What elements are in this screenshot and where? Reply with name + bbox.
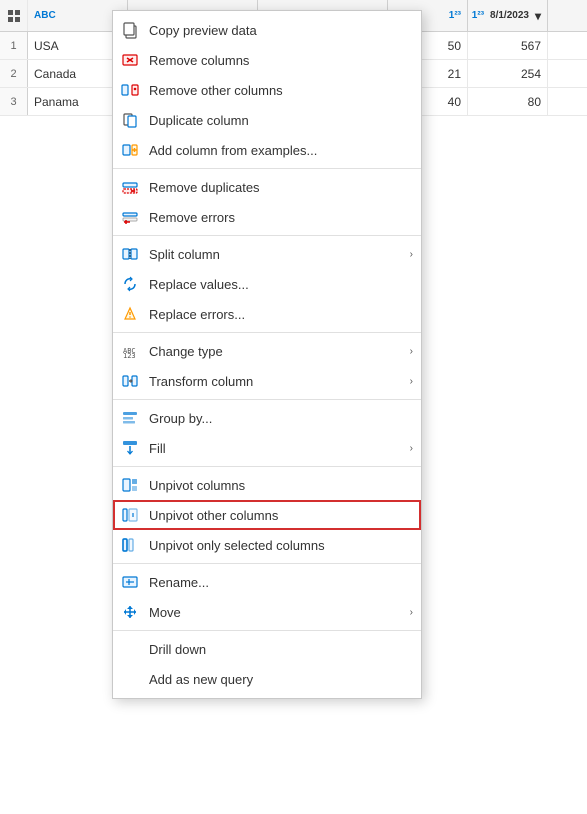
num2-label: 8/1/2023 <box>490 10 529 21</box>
unpivot-columns-label: Unpivot columns <box>149 478 413 493</box>
change-type-icon: ABC123 <box>119 340 141 362</box>
remove-other-columns-label: Remove other columns <box>149 83 413 98</box>
svg-text:123: 123 <box>123 352 136 360</box>
menu-separator-sep6 <box>113 563 421 564</box>
remove-errors-label: Remove errors <box>149 210 413 225</box>
replace-errors-icon <box>119 303 141 325</box>
move-icon <box>119 601 141 623</box>
fill-label: Fill <box>149 441 402 456</box>
menu-item-unpivot-only-selected[interactable]: Unpivot only selected columns <box>113 530 421 560</box>
country-type-icon: ABC <box>34 10 56 21</box>
menu-item-group-by[interactable]: Group by... <box>113 403 421 433</box>
cell-num2-1: 567 <box>468 32 548 59</box>
copy-preview-label: Copy preview data <box>149 23 413 38</box>
copy-preview-icon <box>119 19 141 41</box>
num2-type-icon: 1²³ <box>472 10 484 21</box>
transform-column-label: Transform column <box>149 374 402 389</box>
menu-item-duplicate-column[interactable]: Duplicate column <box>113 105 421 135</box>
unpivot-only-selected-icon <box>119 534 141 556</box>
menu-item-drill-down[interactable]: Drill down <box>113 634 421 664</box>
menu-item-add-column-examples[interactable]: Add column from examples... <box>113 135 421 165</box>
move-arrow: › <box>410 607 413 618</box>
remove-duplicates-label: Remove duplicates <box>149 180 413 195</box>
add-new-query-label: Add as new query <box>149 672 413 687</box>
duplicate-column-label: Duplicate column <box>149 113 413 128</box>
remove-duplicates-icon <box>119 176 141 198</box>
menu-item-unpivot-columns[interactable]: Unpivot columns <box>113 470 421 500</box>
transform-column-arrow: › <box>410 376 413 387</box>
group-by-icon <box>119 407 141 429</box>
unpivot-other-columns-icon <box>119 504 141 526</box>
split-column-label: Split column <box>149 247 402 262</box>
menu-item-fill[interactable]: Fill › <box>113 433 421 463</box>
remove-columns-label: Remove columns <box>149 53 413 68</box>
menu-item-remove-columns[interactable]: Remove columns <box>113 45 421 75</box>
add-column-examples-label: Add column from examples... <box>149 143 413 158</box>
rename-icon <box>119 571 141 593</box>
num1-type-icon: 1²³ <box>449 10 461 21</box>
move-label: Move <box>149 605 402 620</box>
menu-item-remove-errors[interactable]: Remove errors <box>113 202 421 232</box>
remove-errors-icon <box>119 206 141 228</box>
menu-item-remove-duplicates[interactable]: Remove duplicates <box>113 172 421 202</box>
change-type-arrow: › <box>410 346 413 357</box>
cell-num2-2: 254 <box>468 60 548 87</box>
num2-dropdown[interactable]: ▾ <box>535 8 541 24</box>
menu-item-move[interactable]: Move › <box>113 597 421 627</box>
cell-num2-3: 80 <box>468 88 548 115</box>
unpivot-other-columns-label: Unpivot other columns <box>149 508 413 523</box>
menu-item-copy-preview[interactable]: Copy preview data <box>113 15 421 45</box>
rename-label: Rename... <box>149 575 413 590</box>
menu-separator-sep7 <box>113 630 421 631</box>
menu-separator-sep5 <box>113 466 421 467</box>
unpivot-columns-icon <box>119 474 141 496</box>
menu-item-remove-other-columns[interactable]: Remove other columns <box>113 75 421 105</box>
num2-col-header[interactable]: 1²³ 8/1/2023 ▾ <box>468 0 548 31</box>
menu-item-replace-errors[interactable]: Replace errors... <box>113 299 421 329</box>
replace-errors-label: Replace errors... <box>149 307 413 322</box>
menu-item-transform-column[interactable]: Transform column › <box>113 366 421 396</box>
menu-item-change-type[interactable]: ABC123 Change type › <box>113 336 421 366</box>
transform-column-icon <box>119 370 141 392</box>
menu-item-rename[interactable]: Rename... <box>113 567 421 597</box>
menu-separator-sep3 <box>113 332 421 333</box>
remove-other-columns-icon <box>119 79 141 101</box>
split-column-icon <box>119 243 141 265</box>
unpivot-only-selected-label: Unpivot only selected columns <box>149 538 413 553</box>
context-menu: Copy preview data Remove columns Remove ot… <box>112 10 422 699</box>
replace-values-icon <box>119 273 141 295</box>
menu-separator-sep1 <box>113 168 421 169</box>
row-num-3: 3 <box>0 88 28 115</box>
add-column-examples-icon <box>119 139 141 161</box>
fill-icon <box>119 437 141 459</box>
row-num-1: 1 <box>0 32 28 59</box>
row-num-header <box>0 0 28 31</box>
menu-item-replace-values[interactable]: Replace values... <box>113 269 421 299</box>
split-column-arrow: › <box>410 249 413 260</box>
row-num-2: 2 <box>0 60 28 87</box>
menu-item-split-column[interactable]: Split column › <box>113 239 421 269</box>
menu-item-unpivot-other-columns[interactable]: Unpivot other columns <box>113 500 421 530</box>
group-by-label: Group by... <box>149 411 413 426</box>
remove-columns-icon <box>119 49 141 71</box>
replace-values-label: Replace values... <box>149 277 413 292</box>
drill-down-label: Drill down <box>149 642 413 657</box>
menu-separator-sep4 <box>113 399 421 400</box>
change-type-label: Change type <box>149 344 402 359</box>
fill-arrow: › <box>410 443 413 454</box>
menu-separator-sep2 <box>113 235 421 236</box>
duplicate-column-icon <box>119 109 141 131</box>
menu-item-add-new-query[interactable]: Add as new query <box>113 664 421 694</box>
